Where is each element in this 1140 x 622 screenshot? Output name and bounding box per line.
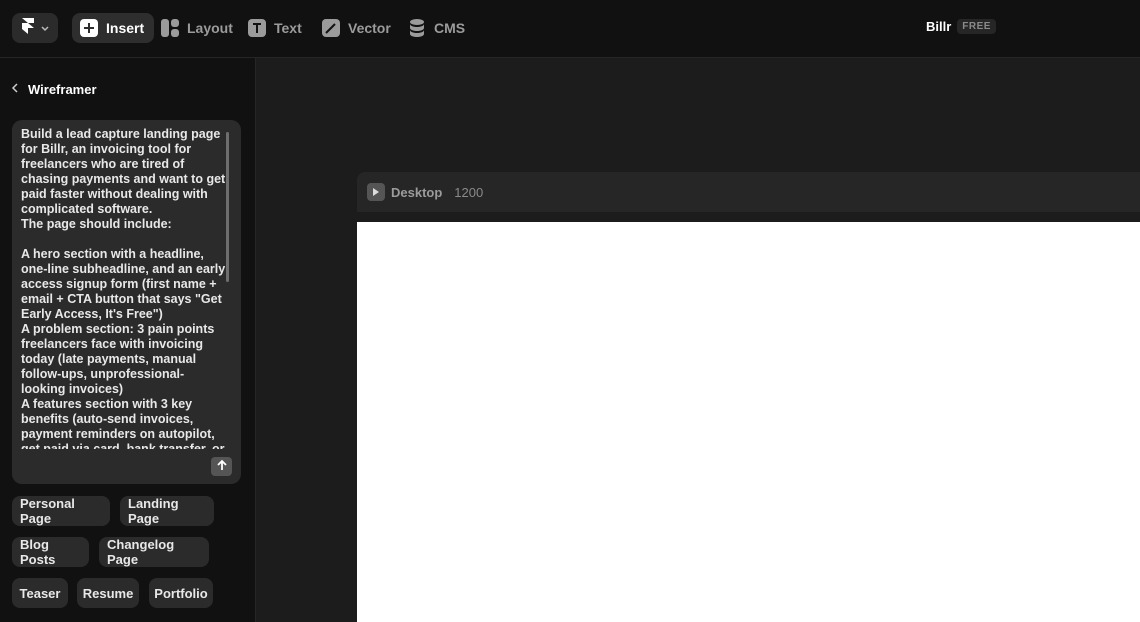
desktop-frame[interactable] xyxy=(357,222,1140,622)
template-portfolio[interactable]: Portfolio xyxy=(149,578,213,608)
wireframer-panel: Wireframer Build a lead capture landing … xyxy=(0,58,256,622)
template-teaser[interactable]: Teaser xyxy=(12,578,68,608)
template-changelog-page[interactable]: Changelog Page xyxy=(99,537,209,567)
layout-label: Layout xyxy=(187,20,233,36)
template-blog-posts[interactable]: Blog Posts xyxy=(12,537,89,567)
cms-label: CMS xyxy=(434,20,466,36)
template-landing-page[interactable]: Landing Page xyxy=(120,496,214,526)
prompt-text: Build a lead capture landing page for Bi… xyxy=(21,127,226,449)
text-button[interactable]: Text xyxy=(248,13,302,43)
plus-icon xyxy=(80,19,98,37)
cms-button[interactable]: CMS xyxy=(408,13,465,43)
breakpoint-label: Desktop xyxy=(391,184,443,200)
vector-button[interactable]: Vector xyxy=(322,13,391,43)
project-title[interactable]: Billr FREE xyxy=(926,19,996,34)
insert-label: Insert xyxy=(106,20,145,36)
chevron-down-icon xyxy=(41,19,49,37)
preview-button[interactable] xyxy=(367,183,385,201)
text-icon xyxy=(248,19,266,37)
layout-icon xyxy=(161,19,179,37)
template-personal-page[interactable]: Personal Page xyxy=(12,496,110,526)
top-toolbar: Insert Layout Text Vector CMS Billr FREE xyxy=(0,0,1140,58)
frame-header[interactable]: Desktop 1200 xyxy=(357,172,1140,212)
layout-button[interactable]: Layout xyxy=(161,13,233,43)
insert-button[interactable]: Insert xyxy=(72,13,155,43)
project-name: Billr xyxy=(926,19,952,34)
template-resume[interactable]: Resume xyxy=(77,578,139,608)
database-icon xyxy=(408,19,426,37)
plan-badge: FREE xyxy=(957,19,996,34)
breakpoint-width: 1200 xyxy=(454,184,484,200)
framer-logo-icon xyxy=(21,17,35,39)
framer-menu-button[interactable] xyxy=(12,13,58,43)
prompt-textarea[interactable]: Build a lead capture landing page for Bi… xyxy=(12,120,241,484)
pen-icon xyxy=(322,19,340,37)
arrow-up-icon xyxy=(216,458,228,476)
panel-title: Wireframer xyxy=(28,81,97,97)
send-button[interactable] xyxy=(211,457,232,476)
chevron-left-icon xyxy=(10,80,20,98)
back-button[interactable]: Wireframer xyxy=(10,80,97,98)
canvas[interactable]: Desktop 1200 xyxy=(256,58,1140,622)
vector-label: Vector xyxy=(348,20,391,36)
text-label: Text xyxy=(274,20,302,36)
play-icon xyxy=(372,183,380,201)
prompt-scrollbar[interactable] xyxy=(226,132,229,282)
